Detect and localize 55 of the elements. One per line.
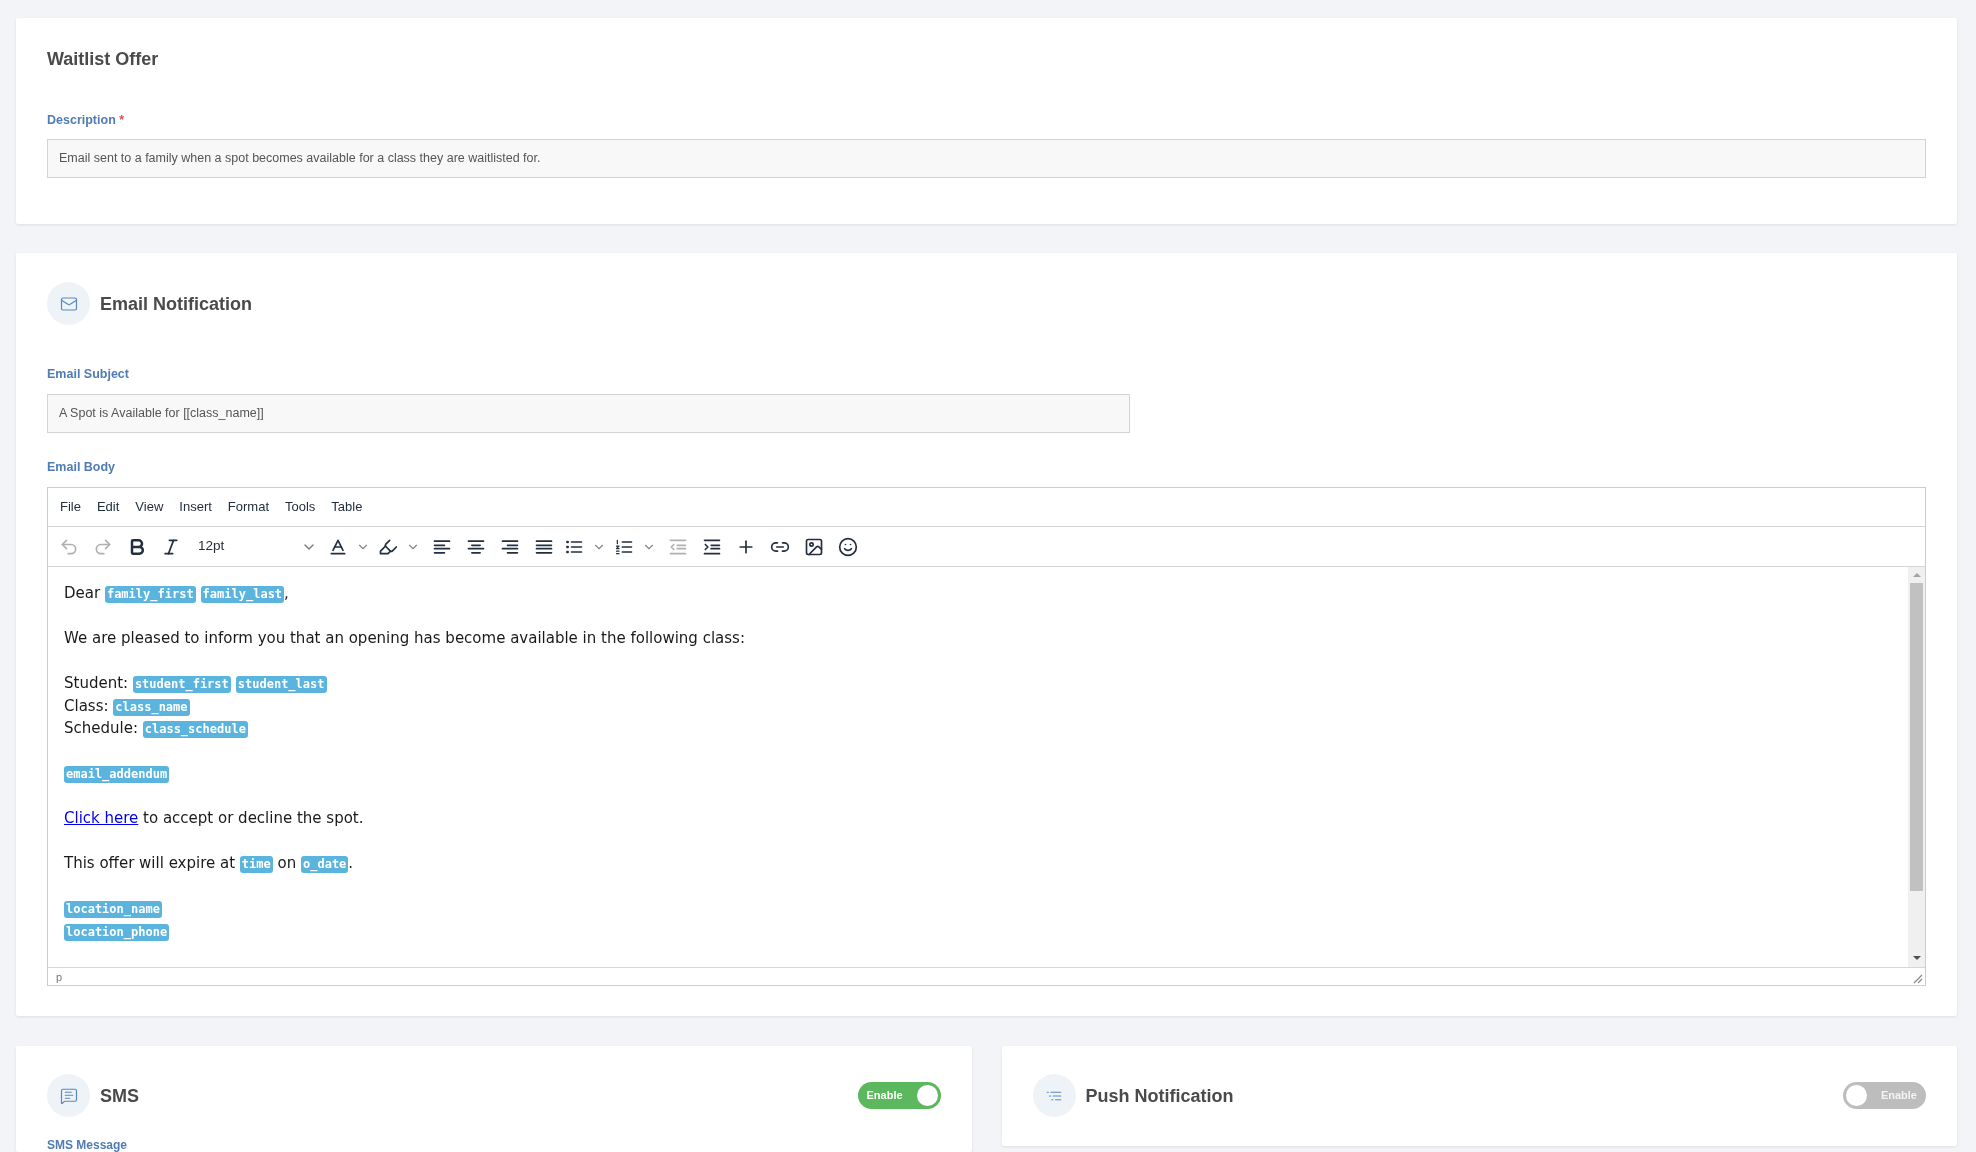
body-text: to accept or decline the spot. <box>142 809 364 827</box>
card-title: Email Notification <box>100 292 252 316</box>
element-path[interactable]: p <box>56 970 63 983</box>
link[interactable]: Click here <box>64 809 139 827</box>
scroll-down-arrow-icon <box>1912 956 1921 960</box>
body-text: . <box>348 854 354 872</box>
merge-tag: family_first <box>104 586 196 603</box>
menu-item[interactable]: Tools <box>277 492 324 522</box>
body-text: Schedule: <box>64 719 139 737</box>
merge-tag: time <box>239 856 273 873</box>
scrollbar[interactable] <box>1908 567 1925 967</box>
description-field[interactable]: Email sent to a family when a spot becomes available for a class they are waitlisted for. <box>47 139 1926 178</box>
body-text: Student: <box>64 674 130 692</box>
merge-tag: class_name <box>113 698 190 716</box>
highlighter-icon <box>378 536 398 557</box>
smiley-icon <box>838 536 858 557</box>
menu-item[interactable]: Insert <box>171 492 220 522</box>
body-text: This offer will expire at <box>64 854 237 872</box>
card-title: Waitlist Offer <box>47 48 159 71</box>
merge-tag: student_first <box>132 676 231 693</box>
body-text: We are pleased to inform you that an opening has become available in the following class: <box>64 629 745 647</box>
merge-tag: location_phone <box>64 923 170 941</box>
menu-item[interactable]: Table <box>323 492 371 522</box>
list-icon <box>1032 1074 1076 1117</box>
menu-item[interactable]: Format <box>219 492 277 522</box>
body-text: , <box>284 584 289 602</box>
scrollbar-thumb[interactable] <box>1910 583 1923 891</box>
menu-item[interactable]: View <box>127 492 172 522</box>
redo-icon <box>93 536 113 557</box>
menu-item[interactable]: File <box>52 492 89 522</box>
menu-item[interactable]: Edit <box>88 492 128 522</box>
field-label: Description * <box>47 112 125 128</box>
font-size-select[interactable]: 12pt <box>188 529 325 564</box>
envelope-icon <box>47 282 90 325</box>
italic-icon <box>161 536 181 557</box>
card-title: SMS <box>100 1084 139 1108</box>
resize-handle-icon[interactable] <box>1913 974 1923 984</box>
field-label: SMS Message <box>47 1139 128 1152</box>
field-label: Email Subject <box>47 366 129 382</box>
scroll-up-arrow-icon <box>1912 573 1921 577</box>
body-text: Dear <box>64 584 102 602</box>
subject-field[interactable]: A Spot is Available for [[class_name]] <box>47 394 1130 433</box>
chat-bubble-icon <box>47 1074 90 1117</box>
body-text: on <box>276 854 298 872</box>
undo-icon <box>59 536 79 557</box>
field-label: Email Body <box>47 459 116 475</box>
body-text: Class: <box>64 696 110 715</box>
merge-tag: class_schedule <box>142 721 248 738</box>
image-icon <box>804 536 824 557</box>
merge-tag: o_date <box>301 856 349 873</box>
merge-tag: family_last <box>200 586 285 603</box>
card-title: Push Notification <box>1085 1084 1234 1108</box>
merge-tag: student_last <box>235 676 327 693</box>
merge-tag: location_name <box>64 901 162 918</box>
merge-tag: email_addendum <box>64 766 170 783</box>
